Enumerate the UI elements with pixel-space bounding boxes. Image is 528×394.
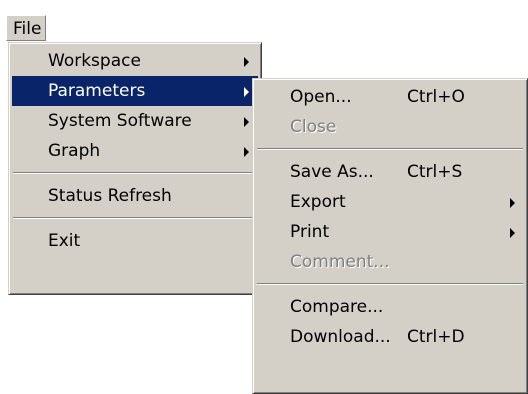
menu-separator (12, 211, 258, 226)
file-menu: Workspace Parameters System Software Gra… (8, 42, 262, 295)
menu-separator (256, 142, 524, 157)
submenu-arrow-icon (244, 57, 249, 67)
menu-item-open[interactable]: Open... Ctrl+O (256, 82, 524, 112)
menu-item-graph[interactable]: Graph (12, 136, 258, 166)
shortcut-label: Ctrl+S (407, 162, 463, 182)
menu-item-download[interactable]: Download... Ctrl+D (256, 322, 524, 352)
shortcut-label: Ctrl+O (407, 87, 465, 107)
menu-item-label: Save As... (290, 162, 374, 182)
menu-item-workspace[interactable]: Workspace (12, 46, 258, 76)
submenu-arrow-icon (244, 87, 249, 97)
shortcut-label: Ctrl+D (407, 327, 465, 347)
menu-item-label: Workspace (48, 51, 141, 71)
menu-item-label: Parameters (48, 81, 146, 101)
submenu-arrow-icon (244, 117, 249, 127)
menu-item-label: Print (290, 222, 330, 242)
menu-item-parameters[interactable]: Parameters (12, 76, 258, 106)
menu-item-export[interactable]: Export (256, 187, 524, 217)
menu-separator (256, 277, 524, 292)
menu-separator (12, 166, 258, 181)
menu-item-label: Close (290, 117, 337, 137)
menu-item-label: Status Refresh (48, 186, 172, 206)
menu-item-exit[interactable]: Exit (12, 226, 258, 256)
submenu-arrow-icon (510, 198, 515, 208)
menu-item-label: Export (290, 192, 346, 212)
file-menu-button[interactable]: File (6, 15, 46, 41)
menu-item-label: Graph (48, 141, 101, 161)
submenu-arrow-icon (510, 228, 515, 238)
menu-item-label: Exit (48, 231, 81, 251)
submenu-arrow-icon (244, 147, 249, 157)
menu-item-label: System Software (48, 111, 192, 131)
menu-item-status-refresh[interactable]: Status Refresh (12, 181, 258, 211)
menu-item-comment: Comment... (256, 247, 524, 277)
menu-item-label: Download... (290, 327, 391, 347)
menu-item-close: Close (256, 112, 524, 142)
parameters-submenu: Open... Ctrl+O Close Save As... Ctrl+S E… (252, 78, 528, 394)
menu-item-system-software[interactable]: System Software (12, 106, 258, 136)
menu-item-label: Compare... (290, 297, 384, 317)
menu-item-label: Comment... (290, 252, 390, 272)
menu-item-save-as[interactable]: Save As... Ctrl+S (256, 157, 524, 187)
menu-item-print[interactable]: Print (256, 217, 524, 247)
menu-item-compare[interactable]: Compare... (256, 292, 524, 322)
menu-item-label: Open... (290, 87, 352, 107)
